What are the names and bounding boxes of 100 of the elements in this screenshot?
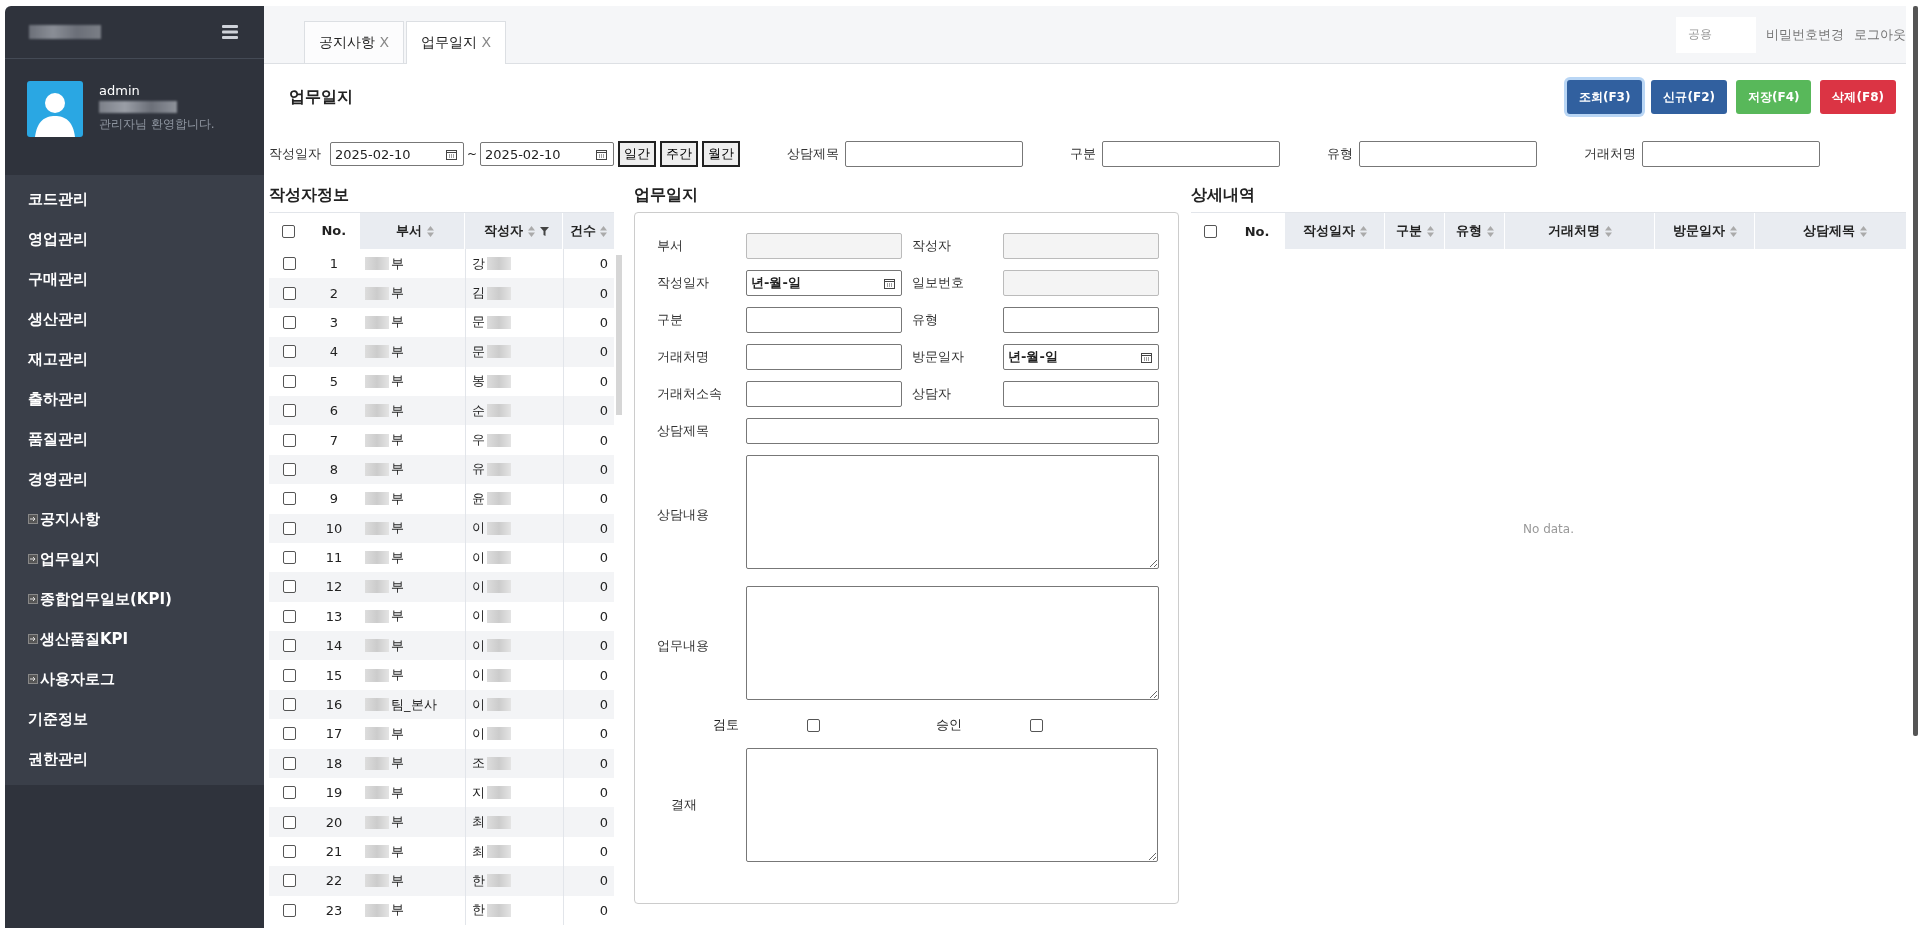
input-field[interactable]: [746, 344, 902, 370]
period-button[interactable]: 월간: [702, 141, 741, 167]
field-label: 작성일자: [657, 274, 710, 292]
scrollbar[interactable]: [616, 255, 622, 415]
menu-item[interactable]: 기준정보: [5, 699, 264, 739]
table-cell: 이: [472, 724, 485, 743]
input-field[interactable]: [1003, 307, 1159, 333]
table-cell: 부: [391, 401, 404, 420]
filter-icon[interactable]: [540, 226, 550, 236]
checkbox-label: 검토: [713, 716, 739, 734]
table-cell-text: 9: [328, 491, 340, 507]
checkbox[interactable]: [282, 315, 296, 329]
menu-item[interactable]: 구매관리: [5, 259, 264, 299]
redacted-text: [365, 698, 389, 712]
input-field[interactable]: [746, 381, 902, 407]
column-header[interactable]: 유형: [1444, 213, 1504, 249]
text-area[interactable]: [746, 455, 1159, 569]
checkbox[interactable]: [282, 727, 296, 741]
checkbox[interactable]: [282, 345, 296, 359]
checkbox[interactable]: [282, 874, 296, 888]
table-cell: 부: [391, 372, 404, 391]
table-cell: 지: [472, 783, 485, 802]
text-area[interactable]: [746, 586, 1159, 700]
menu-item[interactable]: 출하관리: [5, 379, 264, 419]
redacted-text: [365, 903, 389, 917]
column-header[interactable]: 거래처명: [1504, 213, 1654, 249]
checkbox[interactable]: [282, 286, 296, 300]
checkbox[interactable]: [282, 374, 296, 388]
menu-item[interactable]: 권한관리: [5, 739, 264, 779]
menu-item[interactable]: 경영관리: [5, 459, 264, 499]
menu-item[interactable]: 재고관리: [5, 339, 264, 379]
scrollbar[interactable]: [1913, 6, 1918, 736]
checkbox[interactable]: [282, 224, 296, 238]
menu-item[interactable]: 생산품질KPI: [5, 619, 264, 659]
period-button[interactable]: 주간: [660, 141, 699, 167]
checkbox[interactable]: [282, 521, 296, 535]
checkbox[interactable]: [282, 404, 296, 418]
text-area[interactable]: [745, 748, 1158, 862]
column-header[interactable]: 작성자: [464, 213, 563, 249]
checkbox[interactable]: [282, 903, 296, 917]
menu-item[interactable]: 생산관리: [5, 299, 264, 339]
table-cell: 부: [391, 871, 404, 890]
tab[interactable]: 공지사항 X: [304, 21, 405, 63]
column-header[interactable]: 작성일자: [1284, 213, 1384, 249]
filter-input[interactable]: [1359, 141, 1538, 167]
menu-item[interactable]: 품질관리: [5, 419, 264, 459]
action-button[interactable]: 삭제(F8): [1820, 80, 1896, 114]
redacted-text: [365, 668, 389, 682]
menu-icon[interactable]: [222, 25, 238, 39]
filter-input[interactable]: [1102, 141, 1281, 167]
checkbox[interactable]: [282, 756, 296, 770]
menu-item[interactable]: 영업관리: [5, 219, 264, 259]
filter-input[interactable]: [845, 141, 1024, 167]
checkbox[interactable]: [282, 580, 296, 594]
checkbox[interactable]: [282, 668, 296, 682]
input-field[interactable]: [746, 307, 902, 333]
menu-item[interactable]: 코드관리: [5, 179, 264, 219]
header-link[interactable]: 로그아웃: [1854, 25, 1906, 44]
checkbox[interactable]: [282, 257, 296, 271]
header-link[interactable]: 비밀번호변경: [1766, 25, 1844, 44]
input-field[interactable]: [1003, 381, 1159, 407]
column-header[interactable]: 상담제목: [1754, 213, 1906, 249]
period-button[interactable]: 일간: [618, 141, 657, 167]
table-cell-text: 23: [324, 902, 344, 918]
checkbox[interactable]: [282, 609, 296, 623]
column-header[interactable]: 부서: [358, 213, 465, 249]
range-separator: ~: [467, 147, 478, 161]
menu-item[interactable]: 종합업무일보(KPI): [5, 579, 264, 619]
checkbox[interactable]: [282, 786, 296, 800]
checkbox[interactable]: [282, 433, 296, 447]
checkbox[interactable]: [282, 815, 296, 829]
date-field[interactable]: 년-월-일: [1003, 344, 1159, 370]
table-cell: 부: [391, 489, 404, 508]
column-header[interactable]: 방문일자: [1654, 213, 1754, 249]
input-field[interactable]: [746, 418, 1159, 444]
tab[interactable]: 업무일지 X: [406, 21, 507, 64]
table-cell: 부: [391, 519, 404, 538]
menu-item[interactable]: 공지사항: [5, 499, 264, 539]
column-header[interactable]: 구분: [1384, 213, 1444, 249]
date-field[interactable]: 년-월-일: [746, 270, 902, 296]
checkbox[interactable]: [282, 551, 296, 565]
checkbox[interactable]: [282, 639, 296, 653]
checkbox[interactable]: [1203, 224, 1217, 238]
checkbox[interactable]: [282, 845, 296, 858]
action-button[interactable]: 신규(F2): [1651, 80, 1727, 114]
checkbox[interactable]: [1029, 718, 1043, 732]
column-header[interactable]: 건수: [562, 213, 614, 249]
menu-item[interactable]: 업무일지: [5, 539, 264, 579]
date-field[interactable]: 2025-02-10: [480, 142, 615, 166]
menu-item[interactable]: 사용자로그: [5, 659, 264, 699]
table-cell: 부: [391, 813, 404, 832]
redacted-text: [487, 286, 511, 300]
checkbox[interactable]: [282, 698, 296, 712]
checkbox[interactable]: [807, 718, 820, 732]
table-cell: 0: [563, 572, 614, 602]
filter-input[interactable]: [1642, 141, 1821, 167]
date-field[interactable]: 2025-02-10: [330, 142, 464, 166]
action-button[interactable]: 조회(F3): [1566, 80, 1643, 114]
checkbox[interactable]: [282, 492, 296, 506]
checkbox[interactable]: [282, 462, 296, 476]
